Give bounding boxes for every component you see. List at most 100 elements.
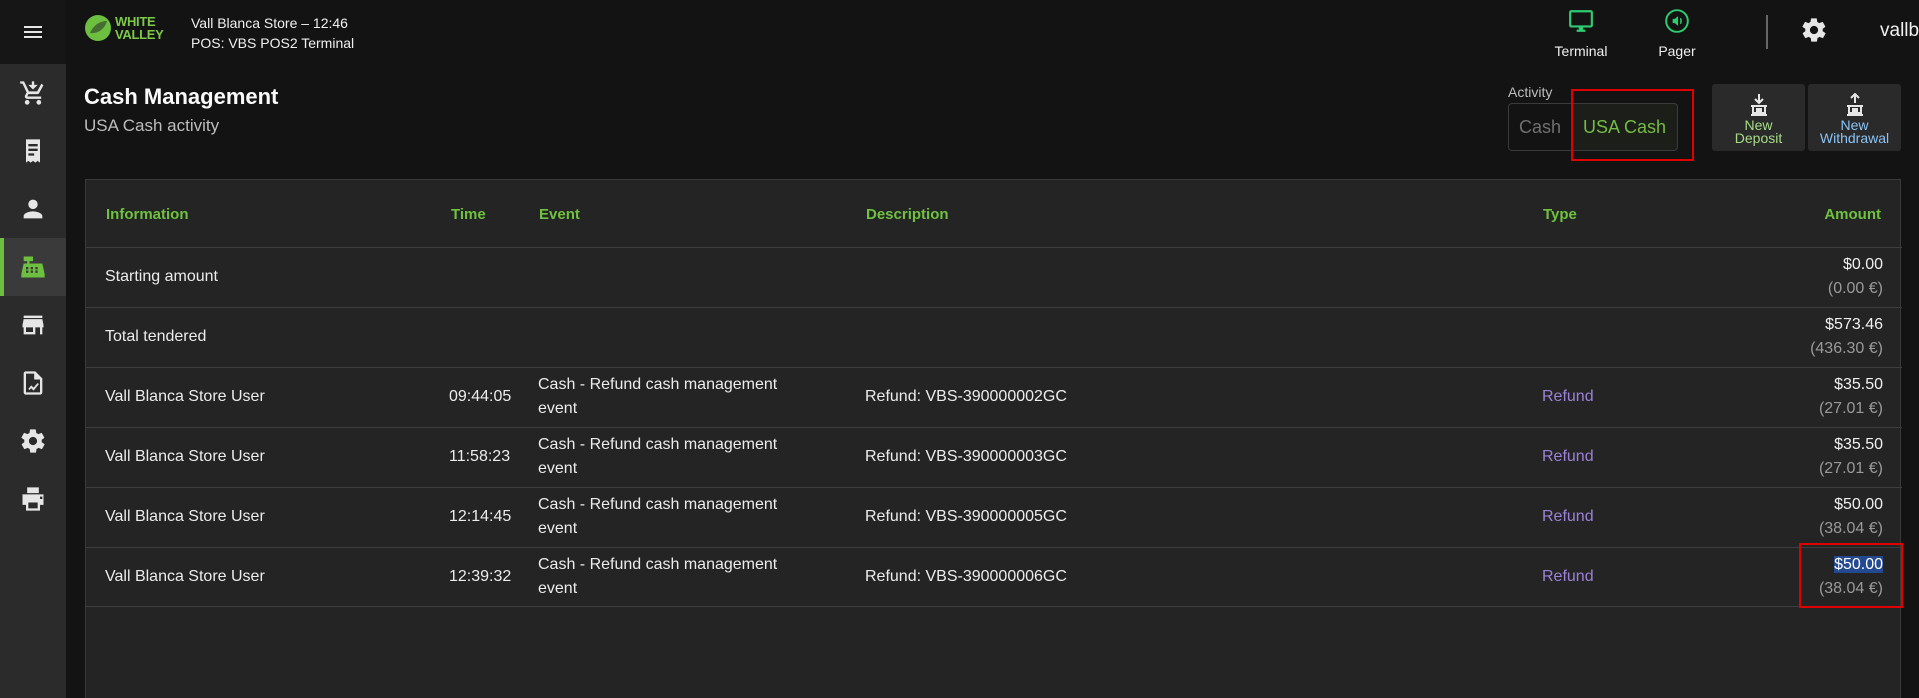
row-information: Vall Blanca Store User — [105, 388, 265, 405]
terminal-button[interactable]: Terminal — [1541, 8, 1621, 59]
row-description: Refund: VBS-390000002GC — [865, 388, 1067, 405]
amount-eur: (38.04 €) — [1818, 580, 1883, 597]
sidebar-item-printer[interactable] — [0, 470, 66, 528]
page-subtitle: USA Cash activity — [84, 116, 220, 135]
store-info: Vall Blanca Store – 12:46 POS: VBS POS2 … — [191, 13, 354, 53]
settings-button[interactable] — [1800, 16, 1828, 49]
row-event-line2: event — [538, 580, 578, 597]
amount-usd: $35.50 — [1834, 376, 1883, 393]
cash-activity-table: Information Time Event Description Type … — [85, 179, 1902, 698]
row-event: Cash - Refund cash management event — [538, 493, 777, 541]
store-name-time: Vall Blanca Store – 12:46 — [191, 15, 348, 31]
amount-eur: (0.00 €) — [1827, 280, 1883, 297]
cart-icon — [20, 81, 44, 105]
gear-icon — [21, 429, 45, 453]
top-bar: WHITE VALLEY Vall Blanca Store – 12:46 P… — [66, 0, 1919, 64]
activity-label: Activity — [1508, 84, 1553, 100]
report-icon — [23, 371, 43, 395]
amount-eur: (27.01 €) — [1818, 400, 1883, 417]
cash-register-icon — [21, 256, 45, 278]
row-event-line1: Cash - Refund cash management — [538, 436, 778, 453]
sidebar-item-cart[interactable] — [0, 64, 66, 122]
row-time: 12:14:45 — [449, 508, 512, 525]
row-event: Cash - Refund cash management event — [538, 433, 777, 481]
pos-terminal-name: POS: VBS POS2 Terminal — [191, 35, 355, 51]
table-row-starting-amount[interactable]: Starting amount $0.00 (0.00 €) — [86, 247, 1902, 307]
row-time: 12:39:32 — [449, 568, 512, 585]
gear-icon — [1802, 18, 1826, 42]
sidebar-item-receipts[interactable] — [0, 122, 66, 180]
sidebar — [0, 0, 66, 698]
new-deposit-button[interactable]: New Deposit — [1712, 84, 1805, 151]
withdrawal-label-line2: Withdrawal — [1819, 130, 1890, 146]
sidebar-item-reports[interactable] — [0, 354, 66, 412]
deposit-label-line2: Deposit — [1734, 130, 1783, 146]
row-event-line2: event — [538, 400, 578, 417]
page-title: Cash Management — [84, 84, 279, 109]
sidebar-item-cash-management[interactable] — [0, 238, 66, 296]
amount-usd: $50.00 — [1834, 496, 1883, 513]
pager-button[interactable]: Pager — [1637, 8, 1717, 59]
username[interactable]: vallblanca — [1880, 20, 1919, 42]
row-type[interactable]: Refund — [1542, 445, 1594, 469]
column-header-amount[interactable]: Amount — [1824, 206, 1881, 223]
activity-option-cash[interactable]: Cash — [1508, 103, 1571, 151]
column-header-type[interactable]: Type — [1543, 206, 1577, 223]
row-time: 09:44:05 — [449, 388, 512, 405]
pager-label: Pager — [1658, 43, 1696, 59]
table-row[interactable]: Vall Blanca Store User 12:39:32 Cash - R… — [86, 547, 1902, 607]
activity-option-usa-cash[interactable]: USA Cash — [1571, 103, 1678, 151]
amount-usd: $0.00 — [1842, 256, 1883, 273]
row-event-line2: event — [538, 520, 578, 537]
row-description: Refund: VBS-390000005GC — [865, 508, 1067, 525]
row-information: Total tendered — [105, 328, 207, 345]
row-information: Vall Blanca Store User — [105, 568, 265, 585]
store-icon — [22, 315, 44, 335]
table-row[interactable]: Vall Blanca Store User 11:58:23 Cash - R… — [86, 427, 1902, 487]
column-header-time[interactable]: Time — [451, 206, 486, 223]
monitor-icon — [1569, 10, 1593, 32]
row-information: Vall Blanca Store User — [105, 508, 265, 525]
table-row-total-tendered[interactable]: Total tendered $573.46 (436.30 €) — [86, 307, 1902, 367]
hamburger-icon — [24, 26, 42, 38]
amount-eur: (436.30 €) — [1810, 340, 1883, 357]
withdrawal-icon — [1846, 92, 1863, 116]
row-event-line2: event — [538, 460, 578, 477]
row-type[interactable]: Refund — [1542, 505, 1594, 529]
new-withdrawal-button[interactable]: New Withdrawal — [1808, 84, 1901, 151]
column-header-event[interactable]: Event — [539, 206, 580, 223]
table-row[interactable]: Vall Blanca Store User 12:14:45 Cash - R… — [86, 487, 1902, 547]
sidebar-item-store[interactable] — [0, 296, 66, 354]
row-type[interactable]: Refund — [1542, 565, 1594, 589]
amount-eur: (38.04 €) — [1818, 520, 1883, 537]
row-type[interactable]: Refund — [1542, 385, 1594, 409]
amount-usd-selected[interactable]: $50.00 — [1834, 556, 1883, 573]
row-event: Cash - Refund cash management event — [538, 553, 777, 601]
row-event-line1: Cash - Refund cash management — [538, 496, 778, 513]
row-amount: $573.46 (436.30 €) — [1810, 313, 1883, 361]
row-information: Starting amount — [105, 268, 218, 285]
column-header-information[interactable]: Information — [106, 206, 189, 223]
table-row[interactable]: Vall Blanca Store User 09:44:05 Cash - R… — [86, 367, 1902, 427]
column-header-description[interactable]: Description — [866, 206, 949, 223]
row-time: 11:58:23 — [449, 448, 511, 465]
sidebar-item-settings[interactable] — [0, 412, 66, 470]
sidebar-item-customers[interactable] — [0, 180, 66, 238]
row-amount: $50.00 (38.04 €) — [1819, 553, 1883, 601]
pager-icon — [1665, 9, 1689, 33]
terminal-label: Terminal — [1554, 43, 1608, 59]
row-amount: $35.50 (27.01 €) — [1819, 433, 1883, 481]
logo-text-valley: VALLEY — [115, 27, 164, 42]
top-divider — [1766, 15, 1768, 49]
amount-usd: $573.46 — [1825, 316, 1883, 333]
amount-eur: (27.01 €) — [1818, 460, 1883, 477]
row-description: Refund: VBS-390000006GC — [865, 568, 1067, 585]
row-event: Cash - Refund cash management event — [538, 373, 777, 421]
row-amount: $50.00 (38.04 €) — [1819, 493, 1883, 541]
printer-icon — [22, 487, 44, 511]
row-description: Refund: VBS-390000003GC — [865, 448, 1067, 465]
row-information: Vall Blanca Store User — [105, 448, 265, 465]
leaf-logo-icon — [85, 15, 111, 41]
menu-button[interactable] — [0, 0, 66, 64]
white-valley-logo: WHITE VALLEY — [84, 14, 164, 42]
